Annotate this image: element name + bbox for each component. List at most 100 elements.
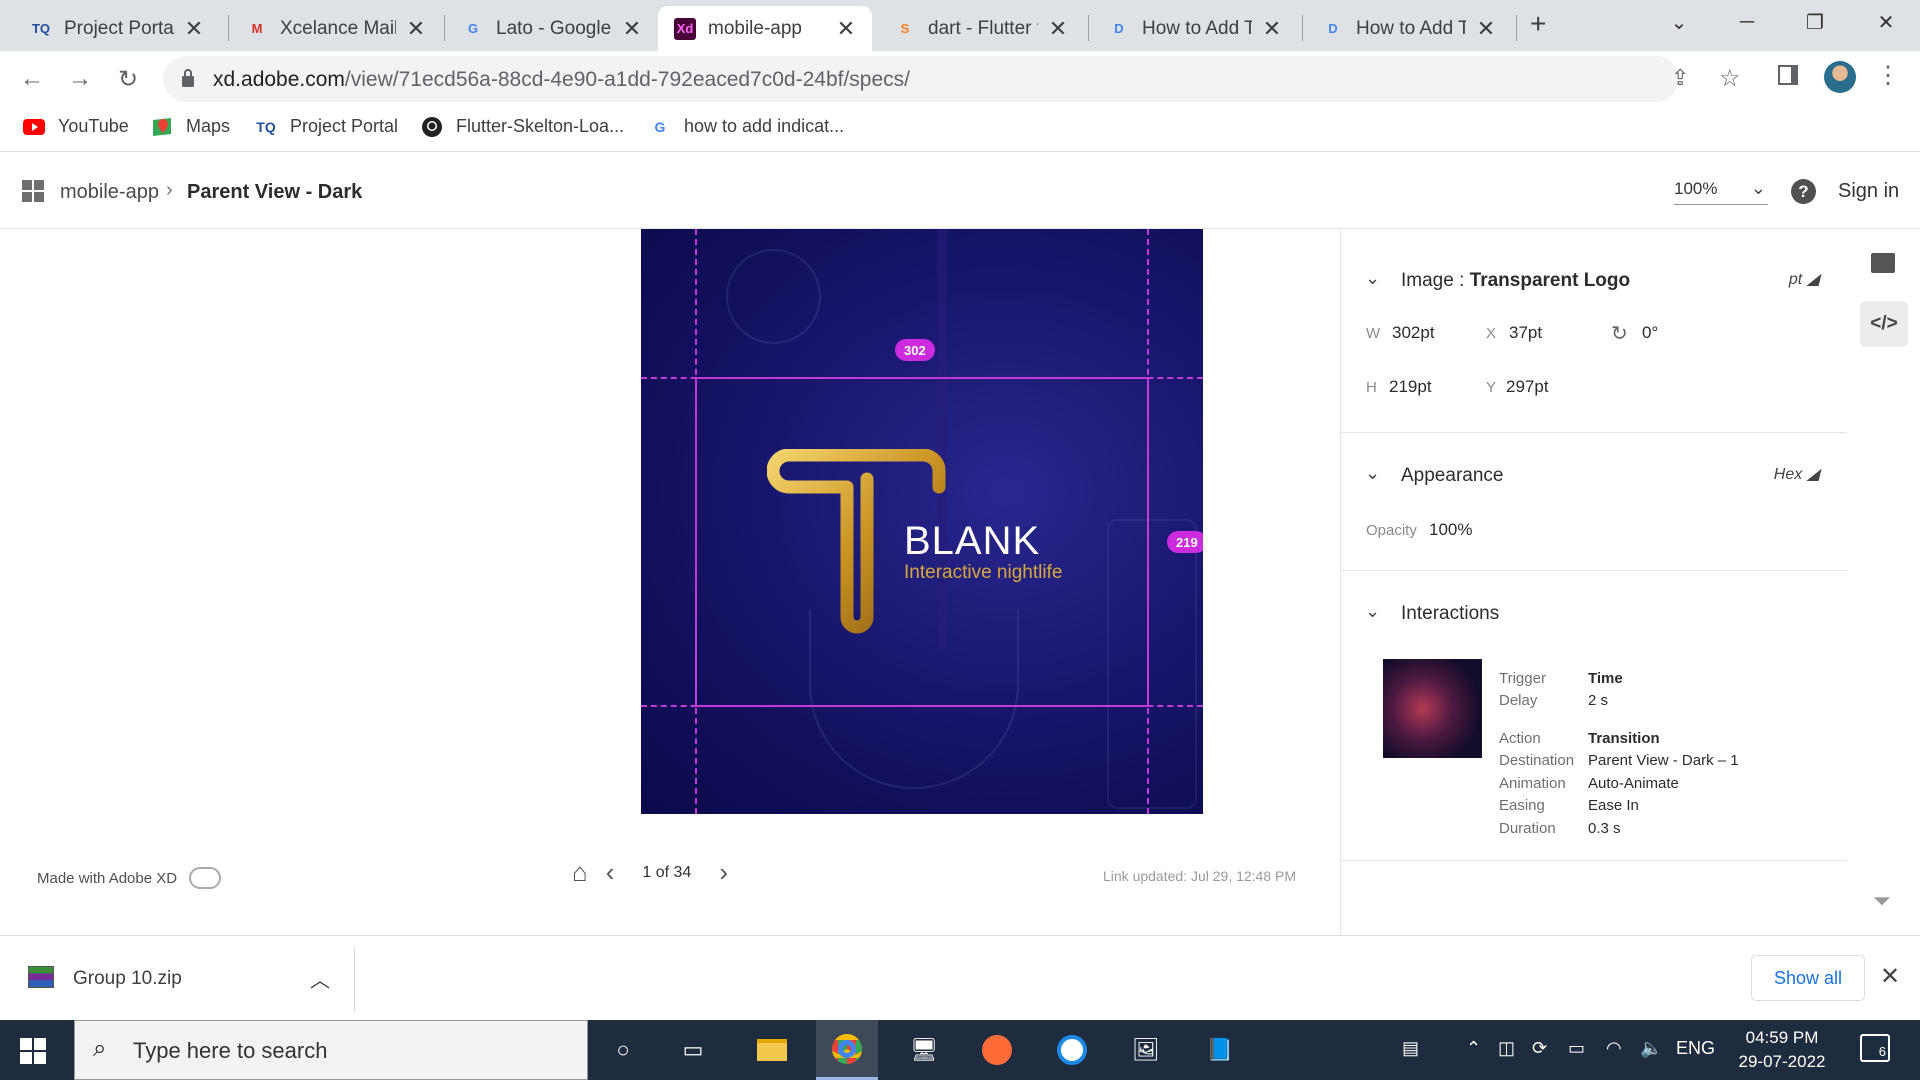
close-icon[interactable]: ✕ [1474,16,1498,42]
clock-date: 29-07-2022 [1738,1052,1826,1071]
close-icon[interactable]: ✕ [182,16,206,42]
close-icon[interactable]: ✕ [1046,16,1070,42]
downloads-bar: Group 10.zip ︿ Show all ✕ [0,935,1920,1020]
back-button[interactable]: ← [14,61,50,97]
filter-icon[interactable]: ⏷ [1873,888,1891,914]
close-icon[interactable]: ✕ [620,16,644,42]
taskbar-clock[interactable]: 04:59 PM 29-07-2022 [1720,1026,1844,1074]
chevron-down-icon[interactable]: ⌄ [1365,463,1380,484]
notification-center-icon[interactable]: 6 [1860,1034,1890,1062]
chevron-right-icon: › [166,179,173,201]
paint-icon[interactable]: 🖼 [1128,1032,1164,1068]
action-value: Transition [1588,730,1660,747]
help-icon[interactable]: ? [1791,179,1816,204]
forward-button[interactable]: → [62,61,98,97]
zoom-select[interactable]: 100% ⌄ [1674,175,1768,205]
tab-how-to-add-2[interactable]: D How to Add Tr ✕ [1306,6,1512,51]
artboard[interactable]: 302 219 BLANK Interactive nightlife [641,229,1203,814]
minimize-button[interactable]: ─ [1713,0,1781,44]
chevron-up-icon[interactable]: ⌃ [1466,1038,1481,1059]
bookmark-maps[interactable]: Maps [150,116,230,137]
chevron-up-icon[interactable]: ︿ [310,964,330,993]
wifi-icon[interactable]: ◠ [1606,1038,1622,1059]
maps-icon [150,117,174,137]
task-view-icon[interactable]: ▭ [675,1032,711,1068]
grid-menu-icon[interactable] [22,180,44,202]
language-indicator[interactable]: ENG [1676,1038,1715,1059]
remote-desktop-icon[interactable]: 🖥 [906,1032,942,1068]
made-with-label: Made with Adobe XD [37,869,178,887]
tab-how-to-add-1[interactable]: D How to Add Tr ✕ [1092,6,1298,51]
cortana-icon[interactable]: ○ [605,1032,641,1068]
tab-lato-google-fonts[interactable]: G Lato - Google F ✕ [446,6,658,51]
profile-avatar[interactable] [1824,61,1856,93]
tab-title: Xcelance Mail [280,17,396,39]
postman-icon[interactable] [979,1032,1015,1068]
menu-kebab-icon[interactable]: ⋮ [1876,61,1900,90]
chevron-right-icon[interactable]: › [719,857,728,888]
color-format-toggle[interactable]: Hex ◢ [1774,464,1819,484]
logo-wordmark: BLANK [904,519,1041,563]
side-panel-icon[interactable] [1778,65,1798,85]
tab-mobile-app[interactable]: Xd mobile-app ✕ [658,6,872,51]
tq-favicon-icon: TQ [31,21,51,36]
tab-search-chevron-icon[interactable]: ⌄ [1645,0,1713,44]
sync-icon[interactable]: ⟳ [1532,1038,1547,1059]
home-icon[interactable]: ⌂ [572,857,588,888]
bookmark-label: how to add indicat... [684,116,845,136]
unit-toggle[interactable]: pt ◢ [1789,269,1819,289]
notepad-icon[interactable]: 📘 [1202,1032,1238,1068]
easing-value: Ease In [1588,797,1639,814]
address-bar[interactable]: xd.adobe.com/view/71ecd56a-88cd-4e90-a1d… [163,56,1741,102]
battery-icon[interactable]: ▭ [1568,1038,1585,1059]
chevron-down-icon[interactable]: ⌄ [1365,601,1380,622]
tab-separator [1088,15,1089,41]
close-icon[interactable]: ✕ [834,16,858,42]
share-icon[interactable]: ⇪ [1671,65,1689,91]
tab-dart-flutter[interactable]: S dart - Flutter te ✕ [878,6,1084,51]
search-placeholder: Type here to search [133,1038,328,1063]
bookmarks-bar: YouTube Maps TQ Project Portal Flutter-S… [0,106,1920,152]
bookmark-how-to-add[interactable]: G how to add indicat... [648,116,845,137]
new-tab-button[interactable]: + [1530,8,1546,40]
bookmark-flutter-skelton[interactable]: Flutter-Skelton-Loa... [420,116,624,137]
image-name: Transparent Logo [1469,270,1631,291]
bookmark-project-portal[interactable]: TQ Project Portal [254,116,398,137]
volume-icon[interactable]: 🔈 [1640,1038,1662,1059]
tab-separator [1302,15,1303,41]
tab-xcelance-mail[interactable]: M Xcelance Mail ✕ [230,6,442,51]
meet-now-icon[interactable]: ◫ [1498,1038,1515,1059]
delay-label: Delay [1499,692,1538,709]
restore-button[interactable]: ❐ [1781,0,1849,44]
x-value: 37pt [1509,323,1543,342]
app-icon[interactable] [1054,1032,1090,1068]
chevron-left-icon[interactable]: ‹ [606,857,615,888]
code-icon[interactable]: </> [1860,301,1908,347]
bookmark-star-icon[interactable]: ☆ [1719,64,1741,93]
news-widget-icon[interactable]: ▤ [1402,1038,1419,1059]
sign-in-link[interactable]: Sign in [1838,180,1899,203]
file-explorer-icon[interactable] [754,1032,790,1068]
show-all-button[interactable]: Show all [1751,955,1865,1001]
chrome-icon[interactable] [816,1020,878,1080]
comment-icon[interactable] [1871,253,1895,273]
close-icon[interactable]: ✕ [1880,962,1900,991]
close-icon[interactable]: ✕ [1260,16,1284,42]
bookmark-youtube[interactable]: YouTube [22,116,129,137]
chevron-down-icon[interactable]: ⌄ [1365,268,1380,289]
image-section-title: Image : Transparent Logo [1401,270,1630,292]
reload-button[interactable]: ↻ [110,61,146,97]
taskbar-search[interactable]: ⌕ Type here to search [74,1020,588,1080]
tab-project-portal[interactable]: TQ Project Portal ✕ [14,6,220,51]
tab-title: Project Portal [64,17,174,39]
interactions-title: Interactions [1401,603,1500,624]
breadcrumb-project[interactable]: mobile-app [60,181,159,204]
xd-header: mobile-app › Parent View - Dark 100% ⌄ ? … [0,153,1920,229]
close-window-button[interactable]: ✕ [1852,0,1920,44]
url-text[interactable]: xd.adobe.com/view/71ecd56a-88cd-4e90-a1d… [213,68,910,92]
delay-value: 2 s [1588,692,1609,709]
windows-start-icon[interactable] [20,1038,46,1064]
close-icon[interactable]: ✕ [404,16,428,42]
download-item-name[interactable]: Group 10.zip [73,968,182,990]
width-badge: 302 [895,339,935,361]
